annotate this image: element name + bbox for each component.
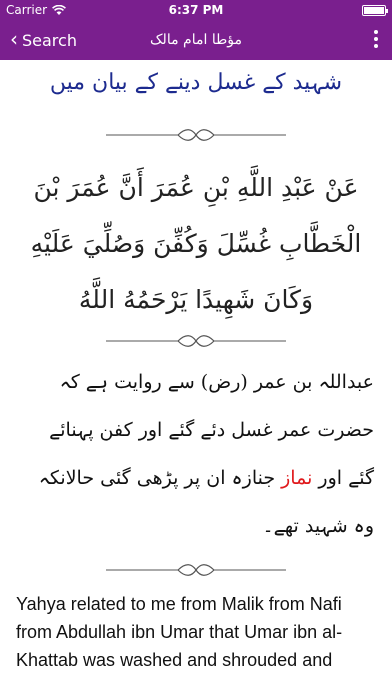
urdu-highlighted-word: نماز: [281, 467, 313, 489]
wifi-icon: [52, 4, 67, 15]
chapter-heading: شہید کے غسل دینے کے بیان میں: [49, 70, 343, 95]
back-button[interactable]: ‹ Search: [0, 27, 77, 51]
more-options-icon[interactable]: [374, 30, 378, 48]
carrier-label: Carrier: [6, 3, 48, 17]
hadith-arabic-text: عَنْ عَبْدِ اللَّهِ بْنِ عُمَرَ أَنَّ عُ…: [30, 173, 362, 314]
back-button-label: Search: [22, 30, 77, 50]
battery-fill: [364, 6, 384, 14]
status-bar: Carrier 6:37 PM: [0, 0, 392, 20]
battery-icon: [362, 4, 388, 16]
english-translation: Yahya related to me from Malik from Nafi…: [16, 594, 343, 670]
urdu-translation: عبداللہ بن عمر (رض) سے روایت ہے کہ حضرت …: [18, 358, 374, 550]
nav-bar: ‹ Search مؤطا امام مالک: [0, 20, 392, 60]
status-left: Carrier: [6, 3, 67, 17]
ornament-divider: [106, 335, 286, 347]
ornament-divider: [106, 564, 286, 576]
ornament-divider: [106, 129, 286, 141]
chevron-left-icon: ‹: [10, 27, 18, 51]
